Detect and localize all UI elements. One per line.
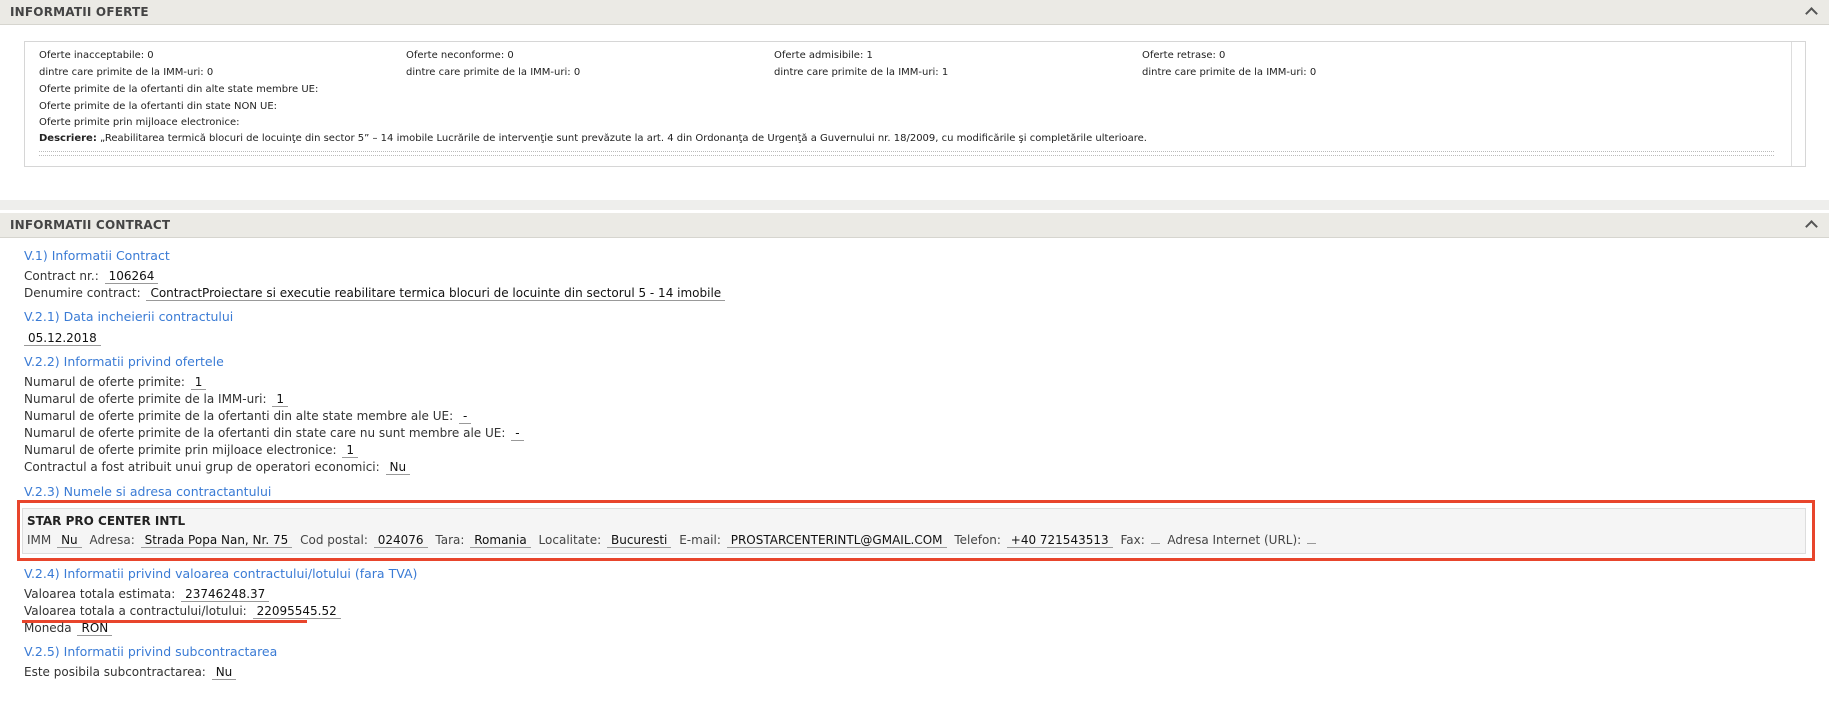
offers-value: 1 (190, 375, 207, 390)
date-value: 05.12.2018 (24, 331, 101, 346)
totala-value: 22095545.52 (252, 604, 341, 619)
section-v24-heading: V.2.4) Informatii privind valoarea contr… (24, 566, 418, 581)
oferte-inacceptabile-imm: dintre care primite de la IMM-uri: 0 (39, 67, 214, 78)
offers-value: - (458, 409, 472, 424)
date-row: 05.12.2018 (24, 331, 101, 346)
section-v23-heading: V.2.3) Numele si adresa contractantului (24, 484, 272, 499)
section-v1-heading: V.1) Informatii Contract (24, 248, 170, 263)
contractor-highlight (17, 500, 1815, 561)
offers-value: Nu (385, 460, 411, 475)
moneda-label: Moneda (24, 621, 72, 635)
oferte-admisibile-imm: dintre care primite de la IMM-uri: 1 (774, 67, 949, 78)
offers-label: Numarul de oferte primite de la ofertant… (24, 409, 454, 423)
offers-panel-title: INFORMATII OFERTE (10, 5, 149, 19)
scrollbar[interactable] (1791, 42, 1792, 166)
estimata-row: Valoarea totala estimata: 23746248.37 (24, 587, 270, 602)
oferte-electronice: Oferte primite prin mijloace electronice… (39, 117, 240, 128)
totala-row: Valoarea totala a contractului/lotului: … (24, 604, 341, 619)
section-v25-heading: V.2.5) Informatii privind subcontractare… (24, 644, 278, 659)
oferte-retrase-imm: dintre care primite de la IMM-uri: 0 (1142, 67, 1317, 78)
contract-panel-title: INFORMATII CONTRACT (10, 218, 171, 232)
offers-label: Numarul de oferte primite prin mijloace … (24, 443, 337, 457)
contract-nr-row: Contract nr.: 106264 (24, 269, 159, 284)
chevron-up-icon[interactable] (1803, 216, 1819, 232)
oferte-retrase: Oferte retrase: 0 (1142, 50, 1226, 61)
moneda-value: RON (77, 621, 113, 636)
offers-value: 1 (342, 443, 359, 458)
moneda-row: Moneda RON (24, 621, 113, 636)
contract-nr-label: Contract nr.: (24, 269, 99, 283)
offers-label: Numarul de oferte primite: (24, 375, 185, 389)
offers-row: Numarul de oferte primite prin mijloace … (24, 443, 359, 458)
denumire-label: Denumire contract: (24, 286, 141, 300)
oferte-inacceptabile: Oferte inacceptabile: 0 (39, 50, 154, 61)
offers-label: Numarul de oferte primite de la ofertant… (24, 426, 506, 440)
offers-summary-box: Oferte inacceptabile: 0 dintre care prim… (24, 41, 1806, 167)
section-v22-heading: V.2.2) Informatii privind ofertele (24, 354, 224, 369)
oferte-neconforme-imm: dintre care primite de la IMM-uri: 0 (406, 67, 581, 78)
offers-row: Numarul de oferte primite de la ofertant… (24, 409, 472, 424)
offers-row: Contractul a fost atribuit unui grup de … (24, 460, 411, 475)
chevron-up-icon[interactable] (1803, 3, 1819, 19)
description: Descriere: „Reabilitarea termică blocuri… (39, 133, 1147, 144)
denumire-row: Denumire contract: ContractProiectare si… (24, 286, 726, 301)
estimata-value: 23746248.37 (181, 587, 270, 602)
totala-label: Valoarea totala a contractului/lotului: (24, 604, 247, 618)
oferte-non-ue: Oferte primite de la ofertanti din state… (39, 101, 278, 112)
subcontract-row: Este posibila subcontractarea: Nu (24, 665, 237, 680)
oferte-neconforme: Oferte neconforme: 0 (406, 50, 514, 61)
offers-value: - (511, 426, 524, 441)
contract-nr-value: 106264 (104, 269, 159, 284)
estimata-label: Valoarea totala estimata: (24, 587, 176, 601)
offers-label: Contractul a fost atribuit unui grup de … (24, 460, 380, 474)
offers-label: Numarul de oferte primite de la IMM-uri: (24, 392, 267, 406)
divider (39, 155, 1774, 156)
offers-panel-header[interactable]: INFORMATII OFERTE (0, 0, 1829, 25)
offers-row: Numarul de oferte primite de la IMM-uri:… (24, 392, 288, 407)
subcontract-label: Este posibila subcontractarea: (24, 665, 206, 679)
oferte-admisibile: Oferte admisibile: 1 (774, 50, 873, 61)
offers-row: Numarul de oferte primite: 1 (24, 375, 207, 390)
offers-row: Numarul de oferte primite de la ofertant… (24, 426, 524, 441)
subcontract-value: Nu (211, 665, 237, 680)
divider (39, 151, 1774, 152)
panel-separator (0, 200, 1829, 210)
section-v21-heading: V.2.1) Data incheierii contractului (24, 309, 234, 324)
oferte-alte-state-ue: Oferte primite de la ofertanti din alte … (39, 84, 319, 95)
description-label: Descriere: (39, 133, 97, 144)
denumire-value: ContractProiectare si executie reabilita… (146, 286, 726, 301)
contract-panel-header[interactable]: INFORMATII CONTRACT (0, 213, 1829, 238)
description-text: „Reabilitarea termică blocuri de locuinţ… (96, 133, 1147, 144)
offers-value: 1 (272, 392, 288, 407)
